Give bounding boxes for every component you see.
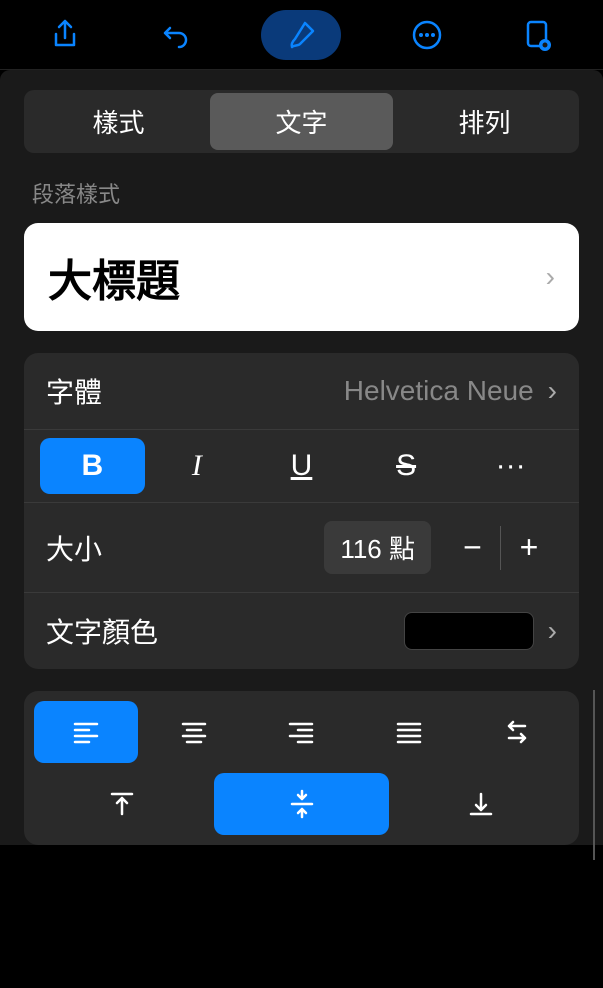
align-middle-button[interactable]: [214, 773, 390, 835]
chevron-right-icon: ›: [546, 261, 555, 293]
align-center-icon: [178, 716, 210, 748]
size-decrease-button[interactable]: −: [445, 526, 501, 570]
tab-arrange[interactable]: 排列: [393, 93, 576, 150]
more-button[interactable]: [402, 10, 452, 60]
bold-button[interactable]: B: [40, 438, 145, 494]
panel-tabs: 樣式 文字 排列: [24, 90, 579, 153]
document-icon: [522, 19, 554, 51]
align-justify-button[interactable]: [357, 701, 461, 763]
vertical-align-row: [34, 773, 569, 835]
font-group: 字體 Helvetica Neue › B I U S ··· 大小 116 點…: [24, 353, 579, 669]
strikethrough-button[interactable]: S: [354, 438, 459, 494]
align-bottom-button[interactable]: [393, 773, 569, 835]
paragraph-style-selector[interactable]: 大標題 ›: [24, 223, 579, 331]
align-left-button[interactable]: [34, 701, 138, 763]
italic-button[interactable]: I: [145, 438, 250, 494]
align-top-button[interactable]: [34, 773, 210, 835]
share-button[interactable]: [40, 10, 90, 60]
font-row[interactable]: 字體 Helvetica Neue ›: [24, 353, 579, 429]
paragraph-style-label: 段落樣式: [32, 177, 571, 209]
share-icon: [49, 19, 81, 51]
size-row: 大小 116 點 − +: [24, 502, 579, 592]
align-right-button[interactable]: [250, 701, 354, 763]
tab-text[interactable]: 文字: [210, 93, 393, 150]
text-color-row[interactable]: 文字顏色 ›: [24, 592, 579, 669]
align-left-icon: [70, 716, 102, 748]
document-button[interactable]: [513, 10, 563, 60]
text-direction-button[interactable]: [465, 701, 569, 763]
text-format-row: B I U S ···: [24, 429, 579, 502]
format-panel: 樣式 文字 排列 段落樣式 大標題 › 字體 Helvetica Neue › …: [0, 70, 603, 845]
align-center-button[interactable]: [142, 701, 246, 763]
format-button[interactable]: [261, 10, 341, 60]
more-format-button[interactable]: ···: [458, 438, 563, 494]
paragraph-style-value: 大標題: [48, 245, 180, 309]
font-label: 字體: [46, 371, 102, 411]
color-swatch: [404, 612, 534, 650]
chevron-right-icon: ›: [548, 375, 557, 407]
size-increase-button[interactable]: +: [501, 526, 557, 570]
scroll-indicator: [593, 690, 595, 860]
alignment-group: [24, 691, 579, 845]
align-top-icon: [106, 788, 138, 820]
text-color-label: 文字顏色: [46, 611, 158, 651]
chevron-right-icon: ›: [548, 615, 557, 647]
top-toolbar: [0, 0, 603, 70]
underline-button[interactable]: U: [249, 438, 354, 494]
align-middle-icon: [286, 788, 318, 820]
paintbrush-icon: [285, 19, 317, 51]
undo-button[interactable]: [151, 10, 201, 60]
size-stepper: − +: [445, 526, 557, 570]
tab-style[interactable]: 樣式: [27, 93, 210, 150]
align-justify-icon: [393, 716, 425, 748]
more-icon: [411, 19, 443, 51]
undo-icon: [160, 19, 192, 51]
horizontal-align-row: [34, 701, 569, 763]
size-label: 大小: [46, 528, 102, 568]
align-bottom-icon: [465, 788, 497, 820]
text-direction-icon: [501, 716, 533, 748]
align-right-icon: [285, 716, 317, 748]
size-value[interactable]: 116 點: [324, 521, 431, 574]
font-value: Helvetica Neue: [344, 375, 534, 407]
